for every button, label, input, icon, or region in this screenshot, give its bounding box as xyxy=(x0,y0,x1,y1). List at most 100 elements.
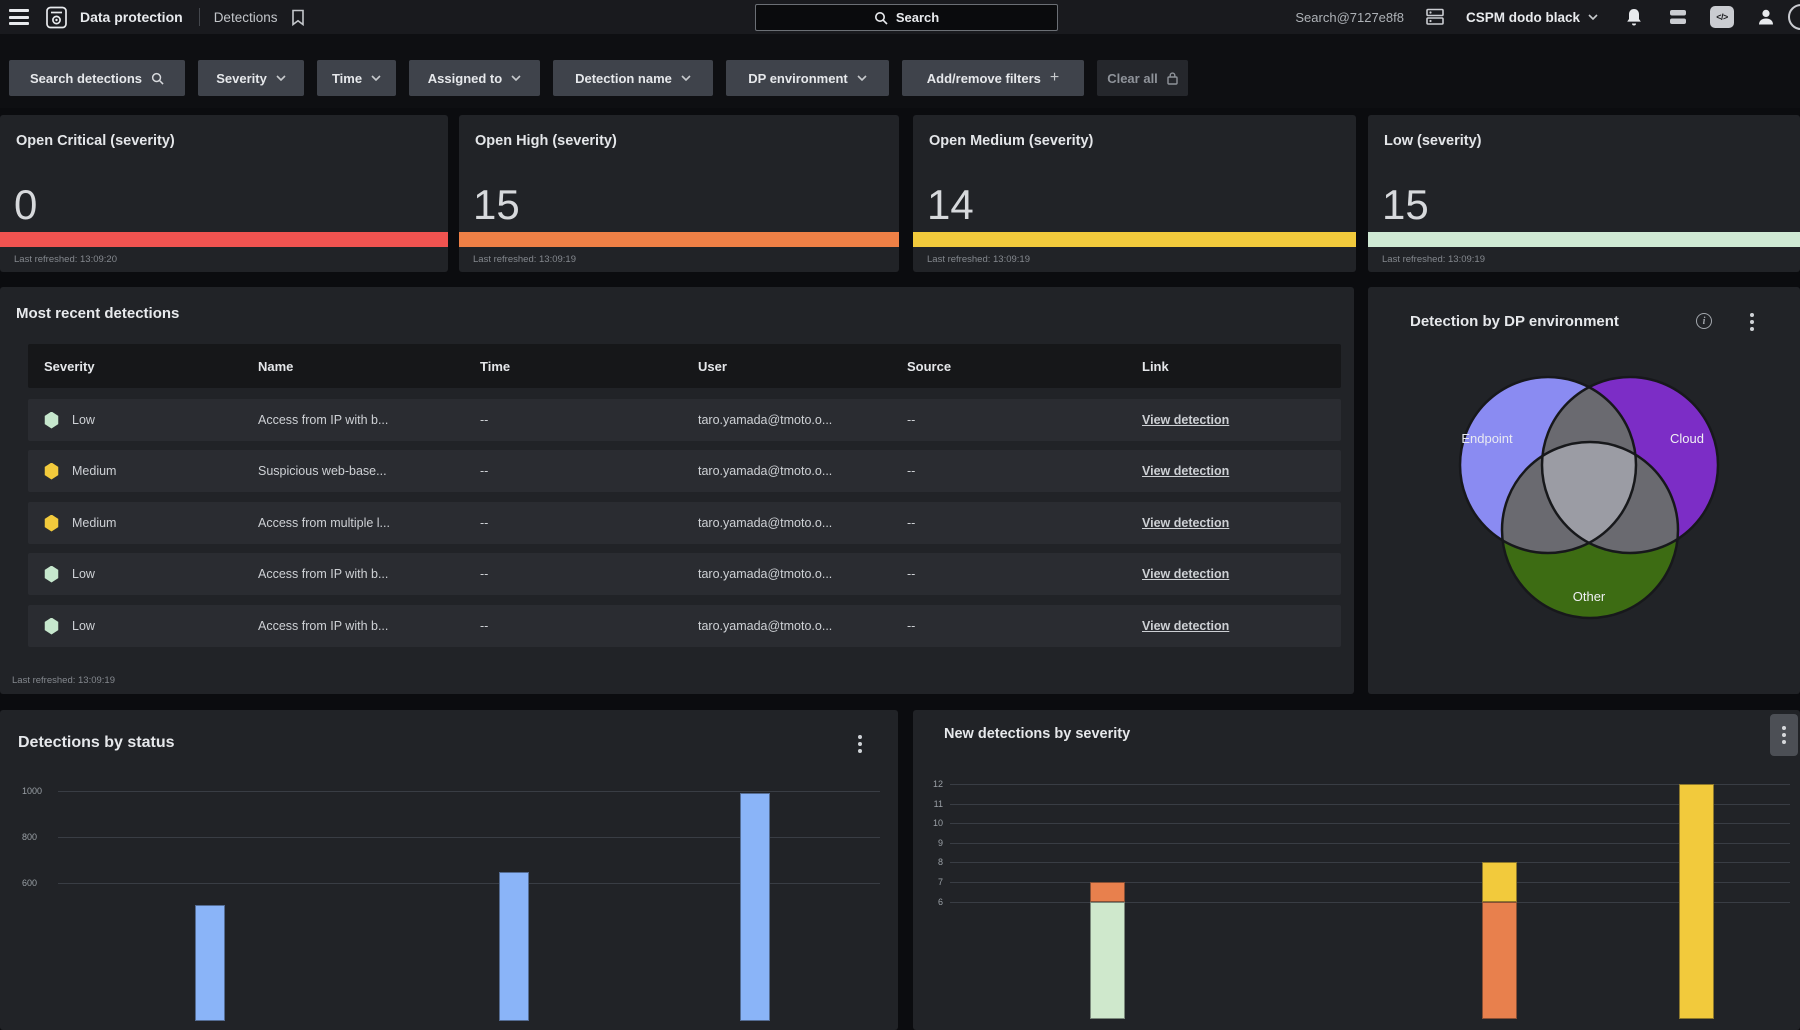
table-row[interactable]: Medium Suspicious web-base... -- taro.ya… xyxy=(28,450,1341,492)
cell-user: taro.yamada@tmoto.o... xyxy=(698,399,832,441)
y-tick-label: 1000 xyxy=(22,786,54,796)
app-logo-icon xyxy=(45,6,68,29)
cell-time: -- xyxy=(480,502,488,544)
view-detection-link[interactable]: View detection xyxy=(1142,413,1229,427)
cell-severity: Low xyxy=(72,399,95,441)
gridline xyxy=(58,791,880,792)
account-email: Search@7127e8f8 xyxy=(1295,10,1404,25)
card-value: 14 xyxy=(927,181,974,229)
add-remove-filters-button[interactable]: Add/remove filters + xyxy=(902,60,1084,96)
gridline xyxy=(950,804,1790,805)
y-tick-label: 800 xyxy=(22,832,54,842)
table-row[interactable]: Low Access from IP with b... -- -- taro.… xyxy=(28,605,1341,647)
status-bar-chart: 1000 800 600 xyxy=(0,710,898,1030)
chevron-down-icon xyxy=(1588,14,1598,20)
col-source: Source xyxy=(907,344,951,388)
cell-severity: Medium xyxy=(72,502,116,544)
gridline xyxy=(950,823,1790,824)
filter-severity[interactable]: Severity xyxy=(198,60,304,96)
cell-source: -- xyxy=(907,553,915,595)
cell-severity: Low xyxy=(72,553,95,595)
kebab-menu-icon[interactable] xyxy=(1750,320,1754,324)
filter-dp-environment[interactable]: DP environment xyxy=(726,60,889,96)
card-value: 0 xyxy=(14,181,37,229)
cell-user: taro.yamada@tmoto.o... xyxy=(698,502,832,544)
venn-diagram: Endpoint Cloud Other xyxy=(1368,347,1800,647)
bar-segment xyxy=(1090,882,1125,902)
cell-time: -- xyxy=(480,553,488,595)
table-row[interactable]: Low Access from IP with b... -- taro.yam… xyxy=(28,399,1341,441)
menu-icon[interactable] xyxy=(9,9,29,25)
last-refreshed: Last refreshed: 13:09:19 xyxy=(1382,254,1485,265)
y-tick-label: 9 xyxy=(925,838,943,848)
filter-time[interactable]: Time xyxy=(317,60,396,96)
venn-label-endpoint: Endpoint xyxy=(1461,431,1513,446)
y-tick-label: 600 xyxy=(22,878,54,888)
severity-stacked-bar-chart: 1211109876 xyxy=(913,710,1800,1030)
col-link: Link xyxy=(1142,344,1169,388)
view-detection-link[interactable]: View detection xyxy=(1142,516,1229,530)
col-severity: Severity xyxy=(44,344,95,388)
breadcrumb-section: Detections xyxy=(214,10,278,25)
last-refreshed: Last refreshed: 13:09:20 xyxy=(14,254,117,265)
chevron-down-icon xyxy=(511,75,521,81)
view-detection-link[interactable]: View detection xyxy=(1142,567,1229,581)
severity-color-bar xyxy=(913,232,1356,247)
panel-title: Most recent detections xyxy=(16,305,179,322)
col-name: Name xyxy=(258,344,293,388)
gridline xyxy=(950,902,1790,903)
bar-segment xyxy=(1679,784,1714,1019)
settings-icon-partial[interactable] xyxy=(1788,4,1800,30)
cell-time: -- xyxy=(480,399,488,441)
cell-user: taro.yamada@tmoto.o... xyxy=(698,605,832,647)
card-title: Open High (severity) xyxy=(475,133,617,149)
gridline xyxy=(950,784,1790,785)
table-row[interactable]: Low Access from IP with b... -- taro.yam… xyxy=(28,553,1341,595)
global-search-input[interactable]: Search xyxy=(755,4,1058,31)
view-detection-link[interactable]: View detection xyxy=(1142,464,1229,478)
gridline xyxy=(950,882,1790,883)
stat-card-high: Open High (severity) 15 Last refreshed: … xyxy=(459,115,899,272)
notifications-icon[interactable] xyxy=(1621,4,1647,30)
search-icon xyxy=(151,72,164,85)
cell-severity: Medium xyxy=(72,450,116,492)
cell-source: -- xyxy=(907,605,915,647)
bar-segment xyxy=(1090,902,1125,1020)
cell-name: Access from IP with b... xyxy=(258,605,388,647)
app-title[interactable]: Data protection xyxy=(80,9,183,25)
divider xyxy=(199,8,200,26)
resource-stack-icon[interactable] xyxy=(1422,4,1448,30)
add-icon: + xyxy=(1050,69,1059,87)
venn-label-cloud: Cloud xyxy=(1670,431,1704,446)
chevron-down-icon xyxy=(681,75,691,81)
severity-color-bar xyxy=(1368,232,1800,247)
clear-all-button[interactable]: Clear all xyxy=(1097,60,1188,96)
severity-color-bar xyxy=(0,232,448,247)
gridline xyxy=(950,862,1790,863)
project-selector[interactable]: CSPM dodo black xyxy=(1466,10,1598,25)
cell-name: Suspicious web-base... xyxy=(258,450,387,492)
account-avatar-icon[interactable] xyxy=(1753,4,1779,30)
cell-severity: Low xyxy=(72,605,95,647)
filter-detection-name[interactable]: Detection name xyxy=(553,60,713,96)
search-placeholder: Search xyxy=(896,10,939,25)
y-tick-label: 12 xyxy=(925,779,943,789)
bookmark-icon[interactable] xyxy=(291,9,305,26)
cell-source: -- xyxy=(907,399,915,441)
view-detection-link[interactable]: View detection xyxy=(1142,619,1229,633)
filter-assigned-to[interactable]: Assigned to xyxy=(409,60,540,96)
task-list-icon[interactable] xyxy=(1665,4,1691,30)
last-refreshed: Last refreshed: 13:09:19 xyxy=(927,254,1030,265)
search-detections-button[interactable]: Search detections xyxy=(9,60,185,96)
cell-time: -- xyxy=(480,450,488,492)
card-title: Open Medium (severity) xyxy=(929,133,1093,149)
card-value: 15 xyxy=(1382,181,1429,229)
info-icon[interactable]: i xyxy=(1696,313,1712,329)
chevron-down-icon xyxy=(857,75,867,81)
col-user: User xyxy=(698,344,727,388)
bar-segment xyxy=(1482,862,1517,901)
card-value: 15 xyxy=(473,181,520,229)
code-shell-icon[interactable]: </> xyxy=(1709,4,1735,30)
cell-name: Access from IP with b... xyxy=(258,553,388,595)
table-row[interactable]: Medium Access from multiple l... -- taro… xyxy=(28,502,1341,544)
